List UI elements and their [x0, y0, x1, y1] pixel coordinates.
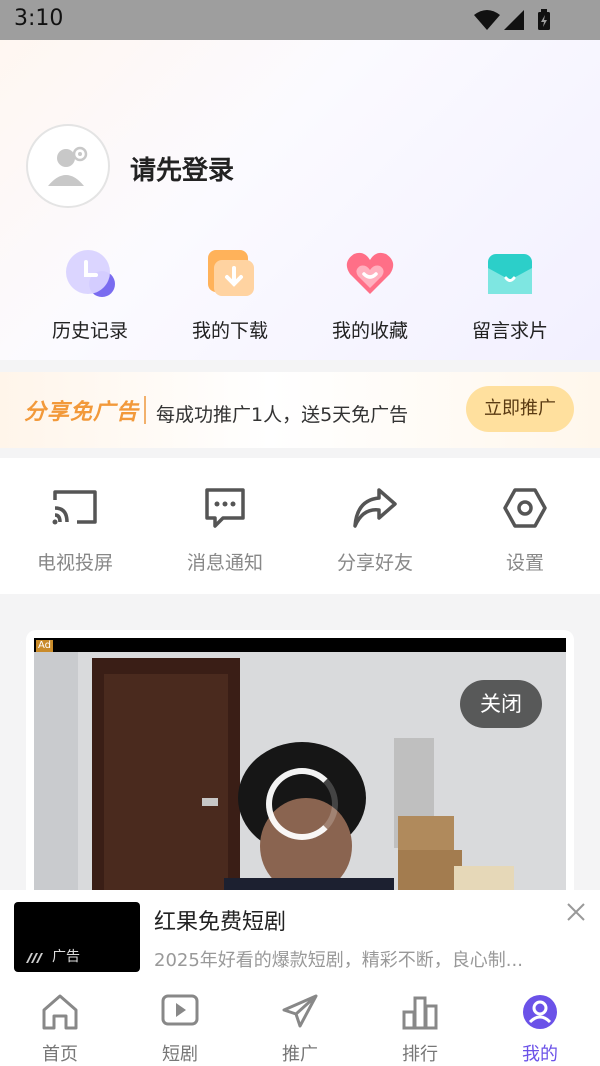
status-icons: [474, 9, 550, 30]
tool-label: 设置: [505, 552, 544, 574]
tools-panel: 电视投屏 消息通知 分享好友 设置: [0, 458, 600, 594]
tool-label: 电视投屏: [36, 552, 113, 574]
tab-label: 排行: [402, 1044, 438, 1065]
quick-action-label: 我的下载: [191, 320, 268, 342]
tab-label: 短剧: [162, 1044, 198, 1065]
tab-ranking[interactable]: 排行: [360, 992, 480, 1066]
tool-messages[interactable]: 消息通知: [150, 486, 300, 575]
tab-label: 推广: [282, 1044, 318, 1065]
tool-label: 消息通知: [186, 552, 263, 574]
home-icon: [42, 994, 78, 1030]
ad-tag: Ad: [36, 640, 54, 652]
cast-icon: [52, 490, 97, 525]
message-icon: [205, 488, 245, 528]
share-icon: [353, 488, 397, 528]
promo-divider: [144, 396, 146, 424]
close-ad-button[interactable]: 关闭: [460, 680, 542, 728]
ad-thumbnail: 广告: [14, 902, 140, 972]
quick-action-label: 历史记录: [51, 320, 128, 342]
signal-icon: [504, 10, 524, 30]
tab-label: 我的: [522, 1044, 558, 1065]
video-ad-card: Ad 关闭: [26, 630, 574, 910]
quick-action-request[interactable]: 留言求片: [440, 248, 580, 343]
ad-banner-description: 2025年好看的爆款短剧，精彩不断，良心制...: [154, 950, 523, 971]
favorite-icon: [346, 252, 394, 294]
tool-settings[interactable]: 设置: [450, 486, 600, 575]
settings-icon: [503, 488, 547, 528]
history-icon: [66, 250, 115, 297]
app-ad-banner[interactable]: 广告 红果免费短剧 2025年好看的爆款短剧，精彩不断，良心制...: [0, 890, 600, 982]
share-promo-banner[interactable]: 分享免广告 每成功推广1人，送5天免广告 立即推广: [0, 372, 600, 448]
video-icon: [161, 994, 199, 1026]
ad-video[interactable]: Ad 关闭: [34, 638, 566, 902]
close-icon[interactable]: [566, 902, 586, 922]
status-bar: 3:10: [0, 0, 600, 40]
quick-action-label: 我的收藏: [331, 320, 408, 342]
status-time: 3:10: [14, 6, 64, 31]
promo-text: 每成功推广1人，送5天免广告: [156, 404, 409, 426]
ranking-icon: [402, 996, 438, 1030]
tab-label: 首页: [42, 1044, 78, 1065]
tool-tv-cast[interactable]: 电视投屏: [0, 486, 150, 575]
tool-share[interactable]: 分享好友: [300, 486, 450, 575]
message-request-icon: [488, 254, 532, 294]
default-avatar-icon: [48, 146, 88, 186]
ad-mark-icon: [26, 953, 43, 963]
tab-short-drama[interactable]: 短剧: [120, 992, 240, 1066]
loading-spinner-icon: [266, 768, 338, 840]
profile-icon: [523, 995, 557, 1029]
wifi-icon: [474, 10, 500, 30]
tab-promote[interactable]: 推广: [240, 992, 360, 1066]
login-prompt[interactable]: 请先登录: [130, 150, 234, 187]
quick-action-history[interactable]: 历史记录: [20, 248, 160, 343]
quick-action-favorites[interactable]: 我的收藏: [300, 248, 440, 343]
tab-home[interactable]: 首页: [0, 992, 120, 1066]
tool-label: 分享好友: [336, 552, 413, 574]
promo-logo: 分享免广告: [24, 400, 140, 425]
tab-mine[interactable]: 我的: [480, 992, 600, 1066]
ad-thumb-label: 广告: [52, 949, 80, 965]
avatar[interactable]: [26, 124, 110, 208]
send-icon: [282, 994, 318, 1028]
promote-now-button[interactable]: 立即推广: [466, 386, 574, 432]
battery-icon: [538, 9, 550, 30]
quick-action-label: 留言求片: [471, 320, 548, 342]
quick-action-downloads[interactable]: 我的下载: [160, 248, 300, 343]
ad-banner-title: 红果免费短剧: [154, 910, 287, 935]
download-icon: [208, 250, 254, 296]
bottom-tab-bar: 首页 短剧 推广 排行 我的: [0, 982, 600, 1066]
